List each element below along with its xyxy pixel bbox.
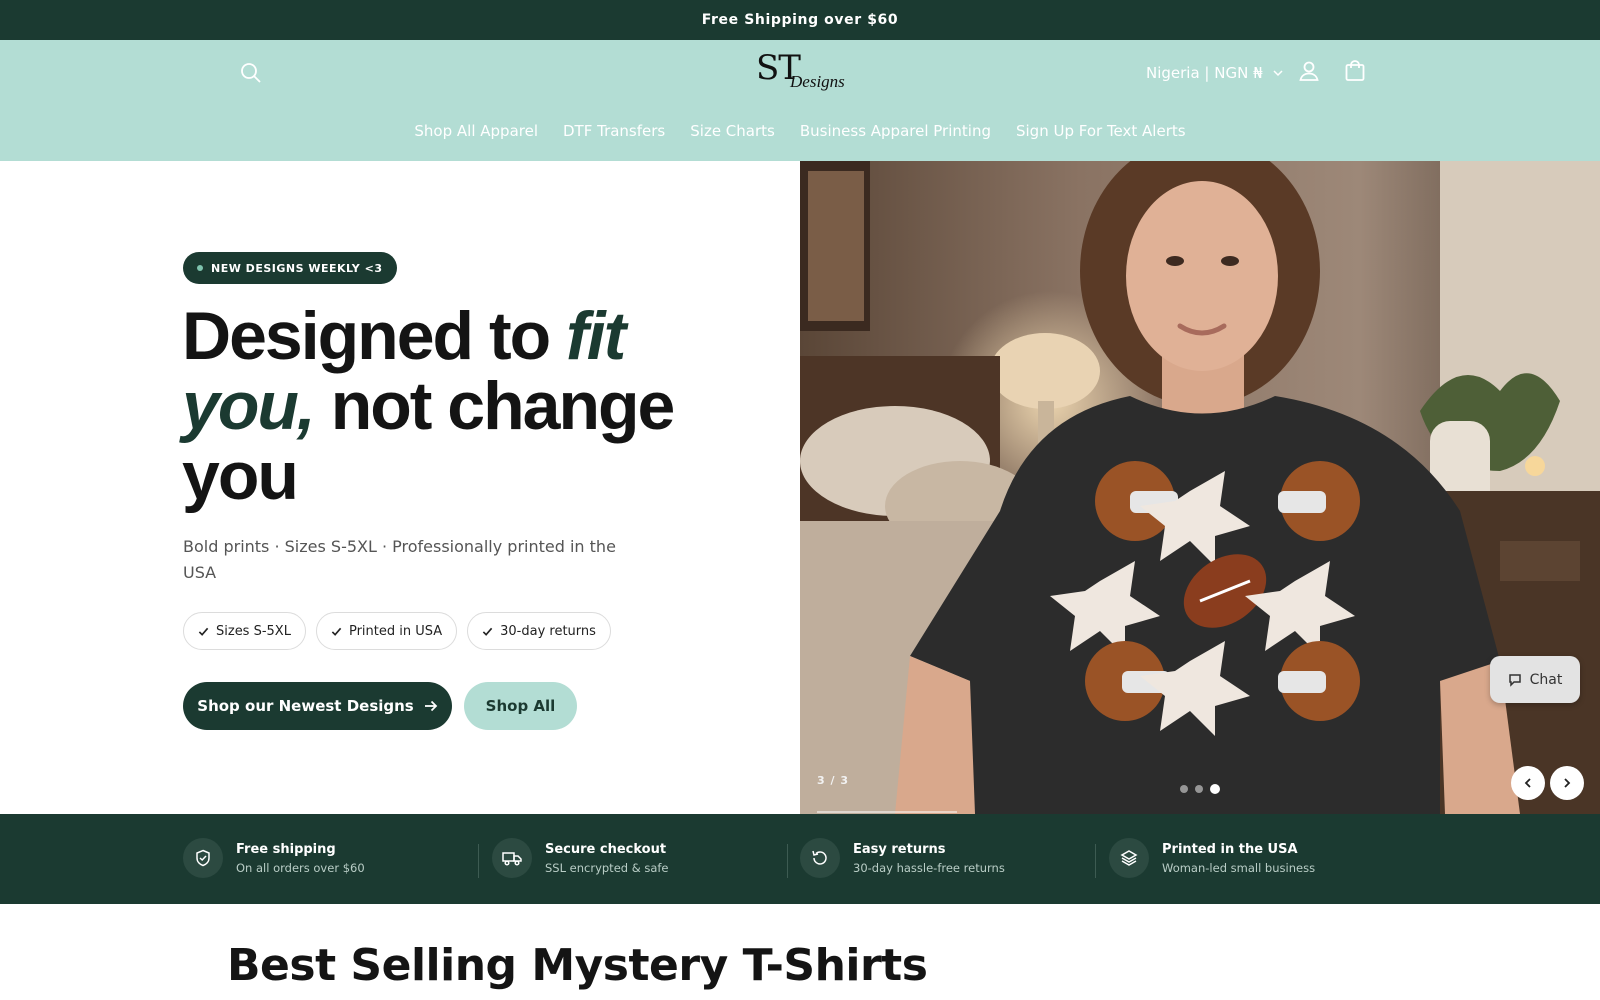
slide-counter: 3 / 3: [817, 774, 849, 787]
carousel-dot-1[interactable]: [1180, 785, 1188, 793]
carousel-prev-button[interactable]: [1511, 766, 1545, 800]
hero-carousel: 3 / 3 Chat: [800, 161, 1600, 814]
chip-printed-usa: Printed in USA: [315, 612, 458, 650]
check-icon: [482, 627, 493, 636]
chip-label: Sizes S-5XL: [216, 623, 291, 639]
announcement-bar: Free Shipping over $60: [0, 0, 1600, 40]
chip-label: Printed in USA: [348, 623, 443, 639]
carousel-next-button[interactable]: [1550, 766, 1584, 800]
chip-label: 30-day returns: [500, 623, 596, 639]
trust-title: Printed in the USA: [1162, 841, 1298, 857]
chip-sizes: Sizes S-5XL: [183, 612, 306, 650]
hero-content: NEW DESIGNS WEEKLY <3 Designed to fit you…: [0, 161, 800, 814]
shop-newest-designs-button[interactable]: Shop our Newest Designs: [183, 682, 452, 730]
trust-divider: [1095, 844, 1096, 878]
site-logo[interactable]: ST Designs: [756, 46, 856, 98]
announcement-text: Free Shipping over $60: [701, 12, 899, 28]
carousel-dots: [1180, 784, 1220, 794]
trust-subtitle: 30-day hassle-free returns: [853, 860, 1005, 875]
carousel-dot-2[interactable]: [1195, 785, 1203, 793]
hero-product-photo: [800, 161, 1600, 814]
trust-title: Easy returns: [853, 841, 946, 857]
headline-part-1: Designed to: [182, 298, 567, 374]
nav-item-dtf-transfers[interactable]: DTF Transfers: [563, 122, 665, 140]
site-header: ST Designs Nigeria | NGN ₦ Shop All Appa…: [0, 40, 1600, 161]
logo-script-text: Designs: [790, 72, 845, 91]
locale-selector[interactable]: Nigeria | NGN ₦: [1146, 60, 1283, 86]
chip-returns: 30-day returns: [467, 612, 611, 650]
return-icon: [812, 850, 827, 865]
trust-divider: [478, 844, 479, 878]
trust-subtitle: Woman-led small business: [1162, 860, 1316, 875]
hero-subtext: Bold prints · Sizes S-5XL · Professional…: [183, 537, 616, 582]
locale-label: Nigeria | NGN ₦: [1146, 64, 1263, 82]
trust-item-printed-usa: Printed in the USA Woman-led small busin…: [1109, 838, 1315, 878]
headline-italic-you: you,: [182, 368, 316, 444]
trust-item-free-shipping: Free shipping On all orders over $60: [183, 838, 365, 878]
trust-subtitle: On all orders over $60: [236, 860, 365, 875]
chat-label: Chat: [1529, 671, 1563, 688]
chat-button[interactable]: Chat: [1490, 656, 1580, 703]
check-icon: [198, 627, 209, 636]
trust-title: Secure checkout: [545, 841, 667, 857]
new-designs-badge: NEW DESIGNS WEEKLY <3: [183, 252, 398, 284]
headline-italic-fit: fit: [566, 298, 626, 374]
trust-bar: Free shipping On all orders over $60 Sec…: [0, 814, 1600, 904]
cta-primary-label: Shop our Newest Designs: [197, 697, 414, 715]
section-title: Best Selling Mystery T-Shirts: [227, 940, 928, 991]
account-icon: [1299, 61, 1319, 81]
feature-chips: Sizes S-5XL Printed in USA 30-day return…: [183, 612, 611, 650]
cart-icon: [1345, 60, 1365, 81]
chevron-right-icon: [1564, 778, 1571, 788]
search-button[interactable]: [236, 58, 266, 88]
trust-item-easy-returns: Easy returns 30-day hassle-free returns: [800, 838, 1005, 878]
shield-icon: [196, 849, 210, 867]
arrow-right-icon: [424, 700, 438, 712]
check-icon: [331, 627, 342, 636]
search-icon: [241, 63, 261, 83]
chevron-left-icon: [1524, 778, 1531, 788]
trust-divider: [787, 844, 788, 878]
slide-progress-bar: [817, 811, 957, 813]
badge-dot: [197, 265, 203, 271]
trust-subtitle: SSL encrypted & safe: [545, 860, 669, 875]
truck-icon: [502, 852, 522, 866]
layers-icon: [1120, 850, 1138, 866]
nav-item-business-apparel-printing[interactable]: Business Apparel Printing: [800, 122, 991, 140]
carousel-dot-3[interactable]: [1210, 784, 1220, 794]
cta-secondary-label: Shop All: [485, 697, 556, 715]
main-nav: Shop All Apparel DTF Transfers Size Char…: [0, 122, 1600, 140]
hero-headline: Designed to fit you, not change you: [182, 301, 702, 511]
chat-bubble-icon: [1508, 673, 1521, 687]
shop-all-button[interactable]: Shop All: [464, 682, 577, 730]
badge-label: NEW DESIGNS WEEKLY <3: [211, 261, 383, 275]
nav-item-size-charts[interactable]: Size Charts: [690, 122, 775, 140]
chevron-down-icon: [1273, 70, 1283, 77]
trust-item-secure-checkout: Secure checkout SSL encrypted & safe: [492, 838, 669, 878]
account-button[interactable]: [1294, 56, 1324, 86]
nav-item-shop-all-apparel[interactable]: Shop All Apparel: [414, 122, 538, 140]
nav-item-text-alerts[interactable]: Sign Up For Text Alerts: [1016, 122, 1186, 140]
trust-title: Free shipping: [236, 841, 336, 857]
cart-button[interactable]: [1340, 56, 1370, 86]
